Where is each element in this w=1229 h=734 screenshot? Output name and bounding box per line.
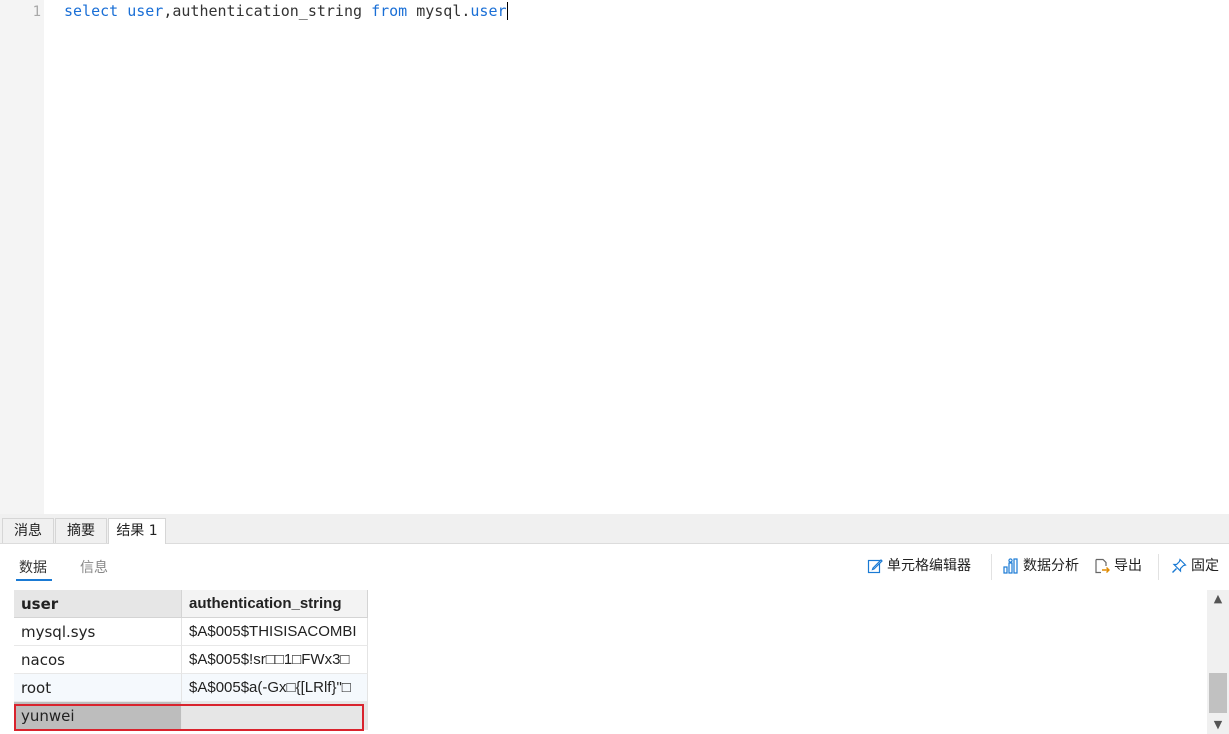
table-row[interactable]: nacos $A$005$!sr□□1□FWx3□ xyxy=(14,646,368,674)
table-cell[interactable]: yunwei xyxy=(14,702,182,730)
code-area[interactable]: select user,authentication_string from m… xyxy=(44,0,1229,514)
table-cell[interactable]: $A$005$!sr□□1□FWx3□ xyxy=(182,646,368,674)
data-analysis-button[interactable]: 数据分析 xyxy=(1003,556,1088,576)
line-number: 1 xyxy=(32,4,41,20)
pin-button[interactable]: 固定 xyxy=(1171,556,1223,576)
table-row-selected[interactable]: yunwei xyxy=(14,702,368,730)
vertical-scrollbar[interactable]: ▲ ▼ xyxy=(1207,590,1229,734)
export-button[interactable]: 导出 xyxy=(1094,556,1146,576)
bar-chart-icon xyxy=(1003,558,1018,574)
column-header-authentication-string[interactable]: authentication_string xyxy=(182,590,368,618)
tab-summary[interactable]: 摘要 xyxy=(55,518,107,543)
tab-messages[interactable]: 消息 xyxy=(2,518,54,543)
column-user: user xyxy=(127,2,164,20)
table-row[interactable]: mysql.sys $A$005$THISISACOMBI xyxy=(14,618,368,646)
table-cell[interactable]: mysql.sys xyxy=(14,618,182,646)
sql-editor[interactable]: 1 select user,authentication_string from… xyxy=(0,0,1229,514)
table-cell[interactable] xyxy=(182,702,368,730)
export-label: 导出 xyxy=(1114,558,1142,574)
edit-pencil-icon xyxy=(867,559,883,574)
toolbar-divider xyxy=(1158,554,1159,580)
scroll-down-icon[interactable]: ▼ xyxy=(1207,716,1229,734)
pin-label: 固定 xyxy=(1191,558,1219,574)
scroll-up-icon[interactable]: ▲ xyxy=(1207,590,1229,608)
scrollbar-thumb[interactable] xyxy=(1209,673,1227,713)
column-header-user[interactable]: user xyxy=(14,590,182,618)
cell-editor-label: 单元格编辑器 xyxy=(887,558,971,574)
table-name: user xyxy=(470,2,507,20)
result-toolbar: 数据 信息 单元格编辑器 数据分析 导出 固定 xyxy=(0,544,1229,590)
subtab-info[interactable]: 信息 xyxy=(80,558,108,578)
table-cell[interactable]: $A$005$a(-Gx□{[LRlf}"□ xyxy=(182,674,368,702)
tab-result-1[interactable]: 结果 1 xyxy=(108,518,166,544)
active-subtab-indicator xyxy=(16,579,52,581)
result-grid[interactable]: user authentication_string mysql.sys $A$… xyxy=(0,590,1207,734)
grid-header-row: user authentication_string xyxy=(14,590,368,618)
toolbar-divider xyxy=(991,554,992,580)
subtab-data[interactable]: 数据 xyxy=(19,558,47,578)
line-gutter: 1 xyxy=(0,0,44,514)
export-icon xyxy=(1095,558,1110,574)
table-database: mysql xyxy=(416,2,462,20)
data-analysis-label: 数据分析 xyxy=(1023,558,1079,574)
pin-icon xyxy=(1172,558,1187,573)
sql-query-line[interactable]: select user,authentication_string from m… xyxy=(64,1,508,21)
table-cell[interactable]: $A$005$THISISACOMBI xyxy=(182,618,368,646)
row-handle-column xyxy=(0,590,14,734)
cell-editor-button[interactable]: 单元格编辑器 xyxy=(867,556,982,576)
keyword-select: select xyxy=(64,2,119,20)
column-authentication-string: authentication_string xyxy=(172,2,363,20)
result-panel: 消息 摘要 结果 1 数据 信息 单元格编辑器 数据分析 导出 固定 user … xyxy=(0,514,1229,734)
table-cell[interactable]: root xyxy=(14,674,182,702)
text-caret xyxy=(506,2,508,20)
keyword-from: from xyxy=(371,2,408,20)
result-tab-strip: 消息 摘要 结果 1 xyxy=(0,514,1229,544)
table-cell[interactable]: nacos xyxy=(14,646,182,674)
table-row[interactable]: root $A$005$a(-Gx□{[LRlf}"□ xyxy=(14,674,368,702)
